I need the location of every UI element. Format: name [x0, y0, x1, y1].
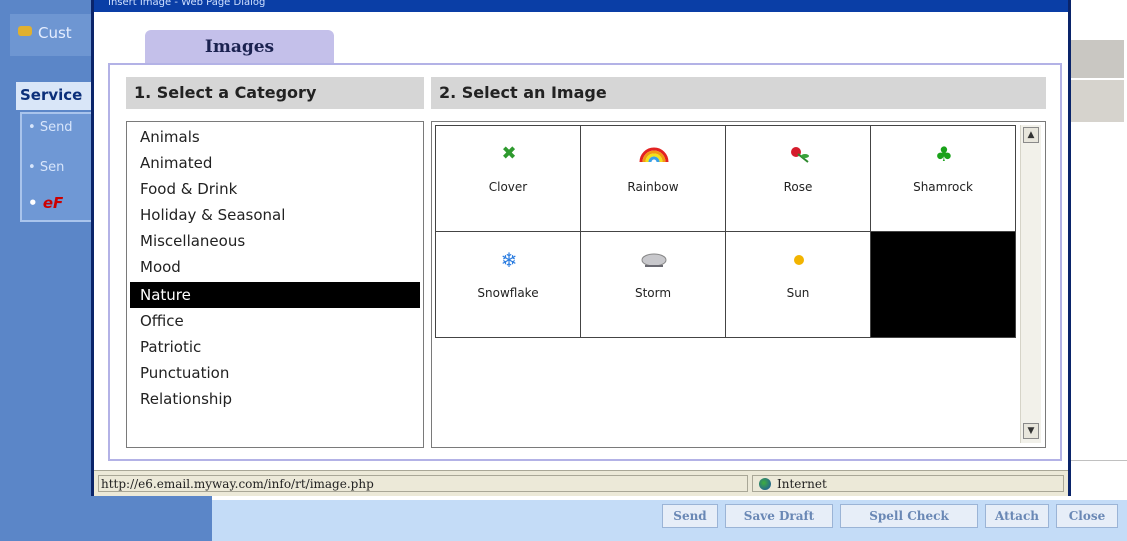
clover-icon: ✖	[501, 143, 517, 164]
image-label: Rainbow	[627, 180, 679, 194]
image-label: Snowflake	[477, 286, 539, 300]
close-button[interactable]: Close	[1056, 504, 1118, 528]
dialog-status-bar: http://e6.email.myway.com/info/rt/image.…	[94, 470, 1068, 495]
image-cell-rose[interactable]: Rose	[725, 125, 871, 232]
image-label: Clover	[488, 180, 528, 194]
image-label: Sun	[786, 286, 810, 300]
scroll-down-icon[interactable]: ▼	[1023, 423, 1039, 439]
category-item[interactable]: Miscellaneous	[130, 228, 420, 254]
insert-image-dialog: Insert Image - Web Page Dialog Images 1.…	[91, 0, 1071, 496]
service-panel: • Send • Sen • eF	[20, 112, 100, 222]
image-label: Shamrock	[913, 180, 973, 194]
service-item-label: Send	[39, 120, 73, 135]
logo-text: eF	[42, 194, 64, 212]
dialog-title: Insert Image - Web Page Dialog	[108, 0, 266, 8]
category-item[interactable]: Animated	[130, 150, 420, 176]
image-cell-snowflake[interactable]: ❄ Snowflake	[435, 231, 581, 338]
image-cell-shamrock[interactable]: ♣ Shamrock	[870, 125, 1016, 232]
image-cell-storm[interactable]: Storm	[580, 231, 726, 338]
service-heading: Service	[16, 82, 100, 110]
service-logo[interactable]: • eF	[28, 194, 63, 212]
empty-image-cell	[870, 231, 1016, 338]
category-item[interactable]: Animals	[130, 124, 420, 150]
sidebar-top-item[interactable]: Cust	[10, 14, 100, 56]
rainbow-icon	[639, 144, 669, 164]
spell-check-button[interactable]: Spell Check	[840, 504, 978, 528]
security-zone-label: Internet	[777, 477, 827, 491]
sun-icon	[784, 250, 814, 270]
contacts-icon	[18, 26, 32, 36]
service-item-send[interactable]: • Send	[28, 120, 73, 135]
status-url: http://e6.email.myway.com/info/rt/image.…	[98, 475, 748, 492]
save-draft-button[interactable]: Save Draft	[725, 504, 833, 528]
sidebar-top-label: Cust	[38, 24, 72, 42]
scroll-up-icon[interactable]: ▲	[1023, 127, 1039, 143]
dialog-title-bar[interactable]: Insert Image - Web Page Dialog	[94, 0, 1068, 12]
category-item[interactable]: Holiday & Seasonal	[130, 202, 420, 228]
image-label: Storm	[634, 286, 672, 300]
image-cell-sun[interactable]: Sun	[725, 231, 871, 338]
image-scrollbar[interactable]: ▲ ▼	[1020, 125, 1041, 443]
category-item[interactable]: Patriotic	[130, 334, 420, 360]
image-grid-container: ✖ Clover Rainbow Rose ♣ Shamrock ❄ Snowf…	[431, 121, 1046, 448]
right-header-block	[1066, 40, 1124, 78]
globe-icon	[759, 478, 771, 490]
category-item[interactable]: Mood	[130, 254, 420, 280]
category-list[interactable]: Animals Animated Food & Drink Holiday & …	[126, 121, 424, 448]
send-button[interactable]: Send	[662, 504, 718, 528]
category-item[interactable]: Food & Drink	[130, 176, 420, 202]
dialog-content: Images 1. Select a Category 2. Select an…	[94, 12, 1068, 470]
shamrock-icon: ♣	[935, 142, 953, 166]
right-subheader-block	[1066, 80, 1124, 122]
service-item-label: Sen	[39, 160, 65, 175]
image-cell-rainbow[interactable]: Rainbow	[580, 125, 726, 232]
category-item-selected[interactable]: Nature	[130, 282, 420, 308]
image-label: Rose	[783, 180, 813, 194]
attach-button[interactable]: Attach	[985, 504, 1049, 528]
divider	[1070, 460, 1127, 461]
category-item[interactable]: Relationship	[130, 386, 420, 412]
image-header: 2. Select an Image	[431, 77, 1046, 109]
storm-icon	[639, 250, 669, 270]
security-zone: Internet	[752, 475, 1064, 492]
snowflake-icon: ❄	[500, 248, 518, 272]
service-item-sen[interactable]: • Sen	[28, 160, 64, 175]
images-panel: 1. Select a Category 2. Select an Image …	[108, 63, 1062, 461]
tab-images[interactable]: Images	[145, 30, 334, 64]
category-header: 1. Select a Category	[126, 77, 424, 109]
image-cell-clover[interactable]: ✖ Clover	[435, 125, 581, 232]
category-item[interactable]: Punctuation	[130, 360, 420, 386]
image-grid: ✖ Clover Rainbow Rose ♣ Shamrock ❄ Snowf…	[435, 125, 1019, 340]
category-item[interactable]: Office	[130, 308, 420, 334]
rose-icon	[784, 144, 814, 164]
